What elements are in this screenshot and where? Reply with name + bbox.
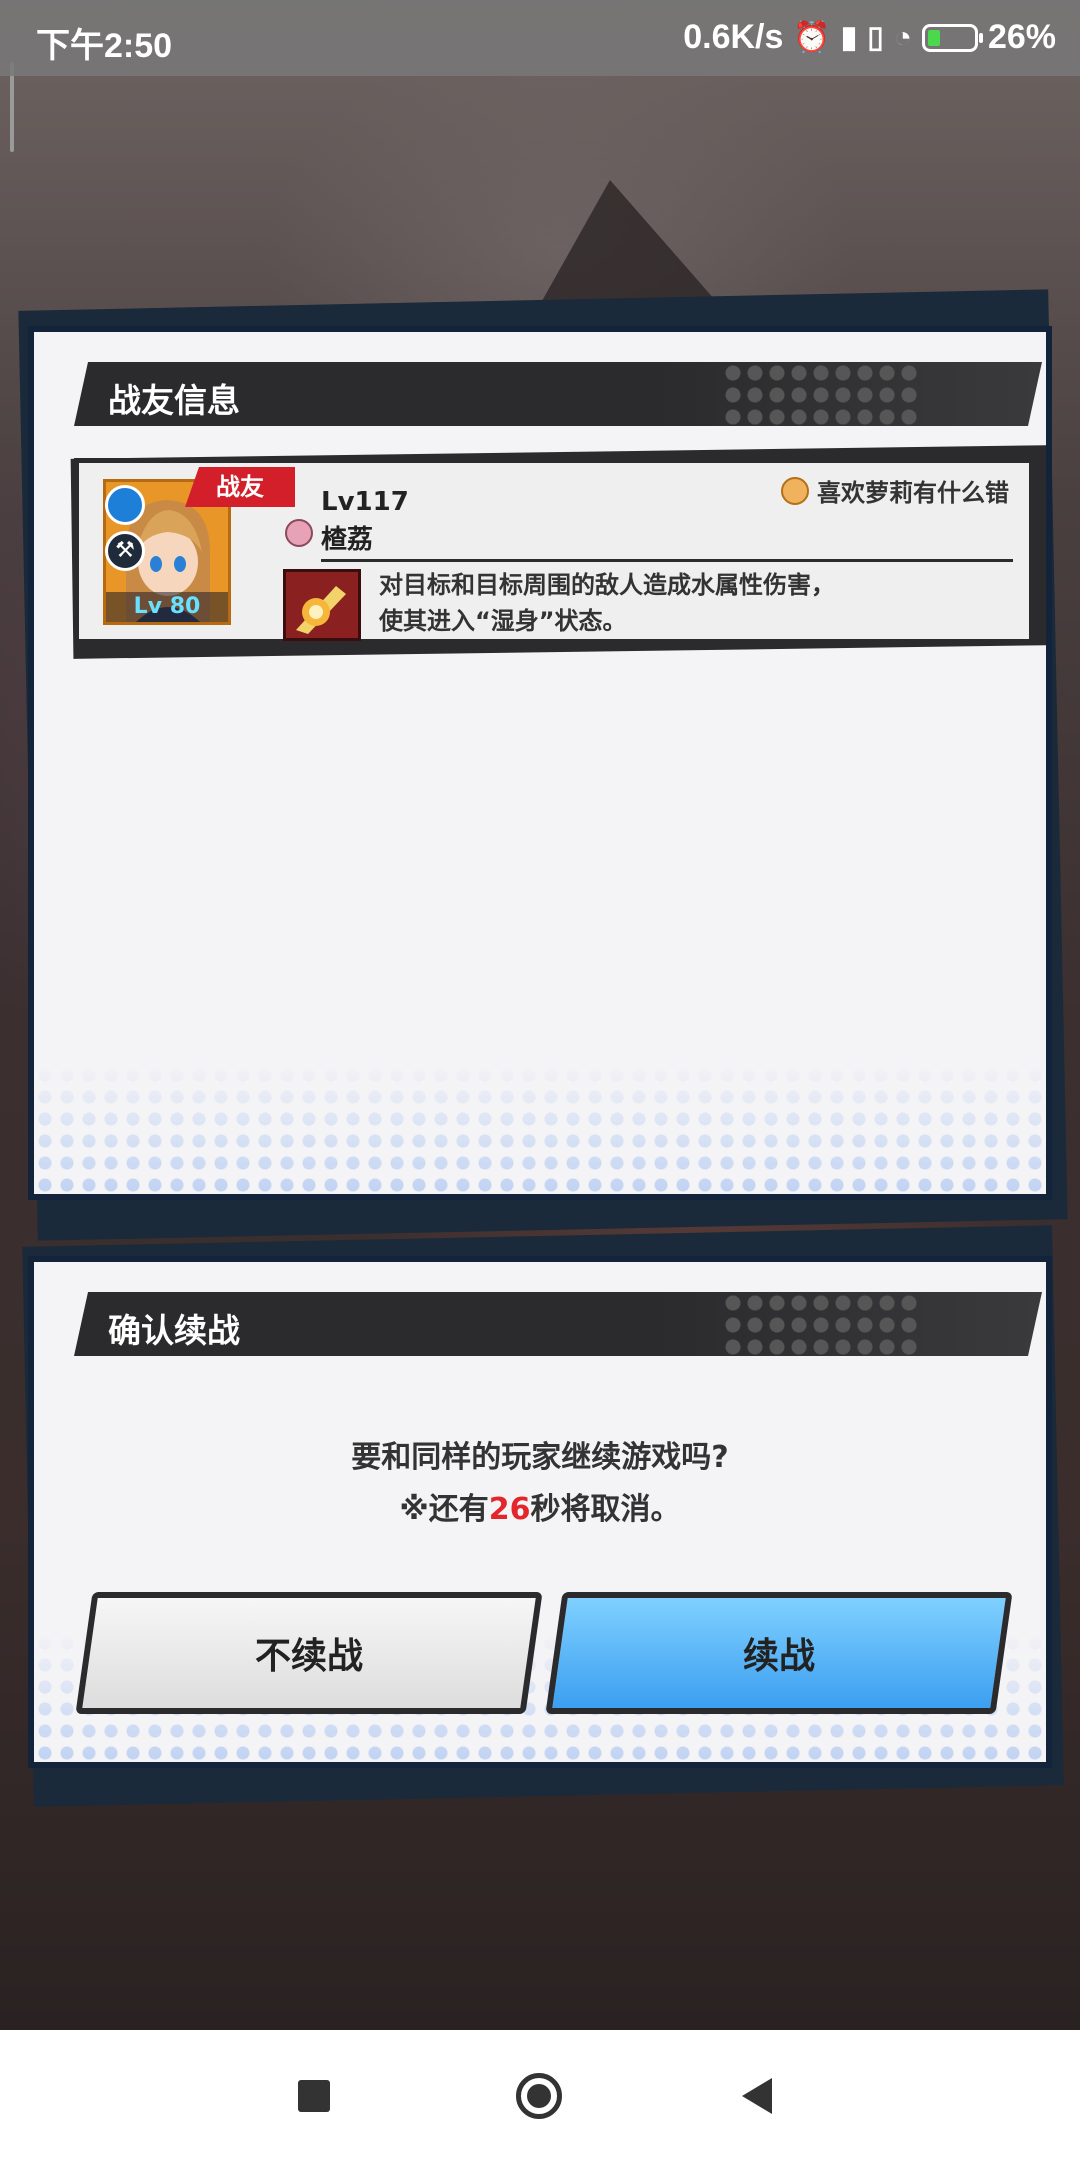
- friend-panel-header: 战友信息: [74, 362, 1042, 426]
- signal-icon: ▮: [840, 21, 858, 54]
- player-level: Lv117: [321, 487, 409, 517]
- water-element-icon: [105, 485, 145, 525]
- status-icons: 0.6K/s ⏰ ▮ ▯ ◔ 26%: [683, 18, 1056, 57]
- title-badge: 喜欢萝莉有什么错: [781, 473, 1009, 508]
- dot-pattern: [34, 1064, 1046, 1194]
- rank-icon: [285, 519, 313, 547]
- countdown-seconds: 26: [488, 1492, 531, 1527]
- countdown-text: ※还有26秒将取消。: [34, 1484, 1046, 1528]
- accept-button[interactable]: 续战: [545, 1592, 1013, 1714]
- countdown-suffix: 秒将取消。: [530, 1492, 681, 1527]
- clock: 下午2:50: [36, 27, 173, 65]
- skill-description-line-1: 对目标和目标周围的敌人造成水属性伤害，: [379, 571, 835, 599]
- skill-description: 对目标和目标周围的敌人造成水属性伤害， 使其进入“湿身”状态。: [379, 567, 1019, 639]
- friend-info-panel: 战友信息 Lv 80 ⚒ 战友 Lv117 楂荔 喜欢萝莉有什么错 对目标和目标…: [28, 326, 1052, 1200]
- crown-icon: [781, 476, 809, 505]
- battery-charging-icon: [921, 23, 983, 52]
- status-bar: 下午2:50 0.6K/s ⏰ ▮ ▯ ◔ 26%: [0, 0, 1080, 76]
- decline-button[interactable]: 不续战: [75, 1592, 543, 1714]
- panel-title: 确认续战: [108, 1311, 240, 1350]
- confirm-panel: 确认续战 要和同样的玩家继续游戏吗? ※还有26秒将取消。 不续战 续战: [28, 1256, 1052, 1768]
- axe-weapon-icon: ⚒: [105, 531, 145, 571]
- accept-button-label: 续战: [742, 1636, 815, 1677]
- home-icon[interactable]: [516, 2073, 562, 2119]
- friend-tag: 战友: [185, 467, 295, 507]
- alarm-icon: ⏰: [793, 21, 831, 54]
- network-speed: 0.6K/s: [683, 18, 784, 56]
- recents-icon[interactable]: [298, 2080, 330, 2112]
- skill-description-line-2: 使其进入“湿身”状态。: [379, 607, 627, 635]
- title-text: 喜欢萝莉有什么错: [817, 479, 1009, 507]
- skill-orb-icon: [286, 572, 358, 638]
- friend-card[interactable]: Lv 80 ⚒ 战友 Lv117 楂荔 喜欢萝莉有什么错 对目标和目标周围的敌人…: [74, 458, 1034, 644]
- decline-button-label: 不续战: [254, 1636, 363, 1677]
- navigation-bar: [0, 2030, 1080, 2160]
- confirm-panel-header: 确认续战: [74, 1292, 1042, 1356]
- panel-title: 战友信息: [108, 381, 240, 420]
- player-name: 楂荔: [321, 525, 374, 555]
- divider: [321, 559, 1013, 562]
- skill-icon[interactable]: [283, 569, 361, 641]
- continue-question: 要和同样的玩家继续游戏吗?: [351, 1440, 729, 1475]
- volte-icon: ▯: [867, 21, 884, 54]
- back-icon[interactable]: [742, 2078, 772, 2114]
- countdown-prefix: ※还有: [399, 1492, 489, 1527]
- wifi-icon: ◔: [893, 20, 912, 54]
- battery-percent: 26%: [987, 18, 1056, 56]
- unit-level: Lv 80: [106, 592, 228, 622]
